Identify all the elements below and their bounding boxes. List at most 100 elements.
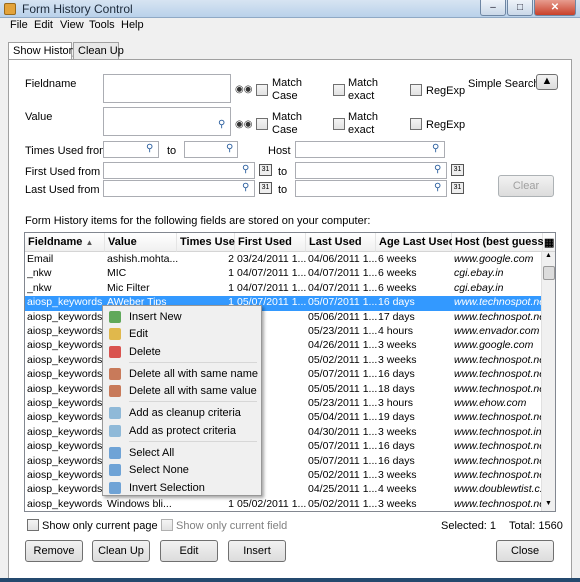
times-used-from-label: Times Used from — [25, 145, 109, 157]
table-row[interactable]: aiosp_keywords Windows bli... 1 05/02/2011 … — [25, 497, 543, 511]
menu-help[interactable]: Help — [121, 19, 144, 31]
taskbar — [0, 578, 580, 582]
last-used-from-input[interactable] — [103, 180, 255, 197]
title-bar: Form History Control – □ ✕ — [0, 0, 580, 18]
fieldname-match-case-checkbox[interactable] — [256, 84, 268, 96]
search-icon[interactable]: ⚲ — [146, 143, 153, 154]
table-cell: www.technospot.net — [454, 454, 542, 467]
tab-clean-up[interactable]: Clean Up — [73, 42, 124, 60]
menu-delete-same-value[interactable]: Delete all with same value — [129, 385, 257, 397]
search-icon[interactable]: ⚲ — [432, 143, 439, 154]
host-input[interactable] — [295, 141, 445, 158]
value-match-case-checkbox[interactable] — [256, 118, 268, 130]
search-icon[interactable]: ⚲ — [226, 143, 233, 154]
table-cell: 17 days — [378, 310, 415, 323]
column-header-age-last-used[interactable]: Age Last Used — [376, 233, 455, 252]
value-regexp-checkbox[interactable] — [410, 118, 422, 130]
scrollbar-thumb[interactable] — [543, 266, 555, 280]
menu-tools[interactable]: Tools — [89, 19, 115, 31]
column-picker-icon[interactable]: ▦ — [543, 233, 555, 252]
calendar-icon[interactable]: 31 — [259, 164, 272, 176]
column-header-value[interactable]: Value — [105, 233, 177, 252]
menu-invert-selection[interactable]: Invert Selection — [129, 482, 205, 494]
table-cell: 04/30/2011 1... — [308, 425, 378, 438]
table-cell: aiosp_keywords — [27, 469, 103, 481]
menu-select-all[interactable]: Select All — [129, 447, 174, 459]
table-cell: aiosp_keywords — [27, 397, 103, 409]
first-used-to-input[interactable] — [295, 162, 447, 179]
show-current-page-label: Show only current page — [42, 520, 158, 532]
close-window-button[interactable]: ✕ — [534, 0, 576, 16]
menu-add-cleanup-criteria[interactable]: Add as cleanup criteria — [129, 407, 241, 419]
insert-button[interactable]: Insert — [228, 540, 286, 562]
column-header-first-used[interactable]: First Used — [235, 233, 306, 252]
show-current-page-checkbox[interactable] — [27, 519, 39, 531]
menu-select-none[interactable]: Select None — [129, 464, 189, 476]
menu-delete[interactable]: Delete — [129, 346, 161, 358]
menu-edit[interactable]: Edit — [34, 19, 53, 31]
calendar-icon[interactable]: 31 — [259, 182, 272, 194]
search-icon[interactable]: ⚲ — [434, 164, 441, 175]
show-current-field-checkbox[interactable] — [161, 519, 173, 531]
remove-button[interactable]: Remove — [25, 540, 83, 562]
edit-button[interactable]: Edit — [160, 540, 218, 562]
table-cell: www.google.com — [454, 253, 534, 265]
column-header-fieldname[interactable]: Fieldname ▲ — [25, 233, 105, 252]
collapse-search-button[interactable]: ▲ — [536, 74, 558, 90]
table-cell: 05/23/2011 1... — [308, 325, 378, 337]
table-cell: 4 weeks — [378, 483, 417, 496]
last-used-to-input[interactable] — [295, 180, 447, 197]
menu-file[interactable]: File — [10, 19, 28, 31]
table-cell: aiosp_keywords — [27, 411, 103, 424]
maximize-button[interactable]: □ — [507, 0, 533, 16]
column-header-last-used[interactable]: Last Used — [306, 233, 376, 252]
selected-count: Selected: 1 — [441, 520, 497, 532]
table-cell: 05/05/2011 1... — [308, 382, 378, 395]
search-icon[interactable]: ⚲ — [242, 182, 249, 193]
fieldname-input[interactable] — [103, 74, 231, 103]
table-cell: aiosp_keywords — [27, 382, 103, 395]
fieldname-match-exact-label: Match exact — [348, 77, 378, 102]
vertical-scrollbar[interactable]: ▲ ▼ — [541, 252, 555, 511]
table-cell: 04/07/2011 1... — [237, 267, 307, 280]
menu-insert-new[interactable]: Insert New — [129, 311, 182, 323]
menu-delete-same-name[interactable]: Delete all with same name — [129, 368, 258, 380]
table-row[interactable]: _nkw Mic Filter 1 04/07/2011 1... 04/07/2011… — [25, 282, 543, 296]
fieldname-match-exact-checkbox[interactable] — [333, 84, 345, 96]
column-header-times-used[interactable]: Times Used — [177, 233, 242, 252]
value-match-exact-checkbox[interactable] — [333, 118, 345, 130]
scroll-down-arrow[interactable]: ▼ — [542, 500, 555, 511]
column-header-host[interactable]: Host (best guess) — [452, 233, 547, 252]
binoculars-icon[interactable]: ◉◉ — [235, 119, 252, 130]
table-row[interactable]: Email ashish.mohta... 2 03/24/2011 1... 04/0… — [25, 253, 543, 267]
search-icon[interactable]: ⚲ — [218, 119, 225, 130]
table-cell: www.technospot.net — [454, 296, 542, 309]
window-title: Form History Control — [22, 2, 133, 16]
clean-up-button[interactable]: Clean Up — [92, 540, 150, 562]
search-icon[interactable]: ⚲ — [242, 164, 249, 175]
menu-add-protect-criteria[interactable]: Add as protect criteria — [129, 425, 236, 437]
minimize-button[interactable]: – — [480, 0, 506, 16]
value-input[interactable] — [103, 107, 231, 136]
fieldname-regexp-checkbox[interactable] — [410, 84, 422, 96]
binoculars-icon[interactable]: ◉◉ — [235, 84, 252, 95]
first-used-from-input[interactable] — [103, 162, 255, 179]
calendar-icon[interactable]: 31 — [451, 164, 464, 176]
table-cell: 05/07/2011 1... — [308, 440, 378, 453]
scroll-up-arrow[interactable]: ▲ — [542, 252, 555, 264]
table-cell: www.technospot.net — [454, 497, 542, 510]
table-row[interactable]: _nkw MIC 1 04/07/2011 1... 04/07/2011 1... 6 … — [25, 267, 543, 281]
clear-button[interactable]: Clear — [498, 175, 554, 197]
table-cell: www.technospot.in — [454, 425, 542, 438]
sort-ascending-icon: ▲ — [85, 238, 94, 247]
table-cell: aiosp_keywords — [27, 483, 103, 496]
first-used-from-label: First Used from — [25, 166, 101, 178]
close-button[interactable]: Close — [496, 540, 554, 562]
table-cell: 05/02/2011 1... — [237, 497, 307, 510]
search-icon[interactable]: ⚲ — [434, 182, 441, 193]
table-cell: MIC — [107, 267, 127, 280]
menu-view[interactable]: View — [60, 19, 84, 31]
calendar-icon[interactable]: 31 — [451, 182, 464, 194]
menu-edit[interactable]: Edit — [129, 328, 148, 340]
table-cell: aiosp_keywords — [27, 310, 103, 323]
